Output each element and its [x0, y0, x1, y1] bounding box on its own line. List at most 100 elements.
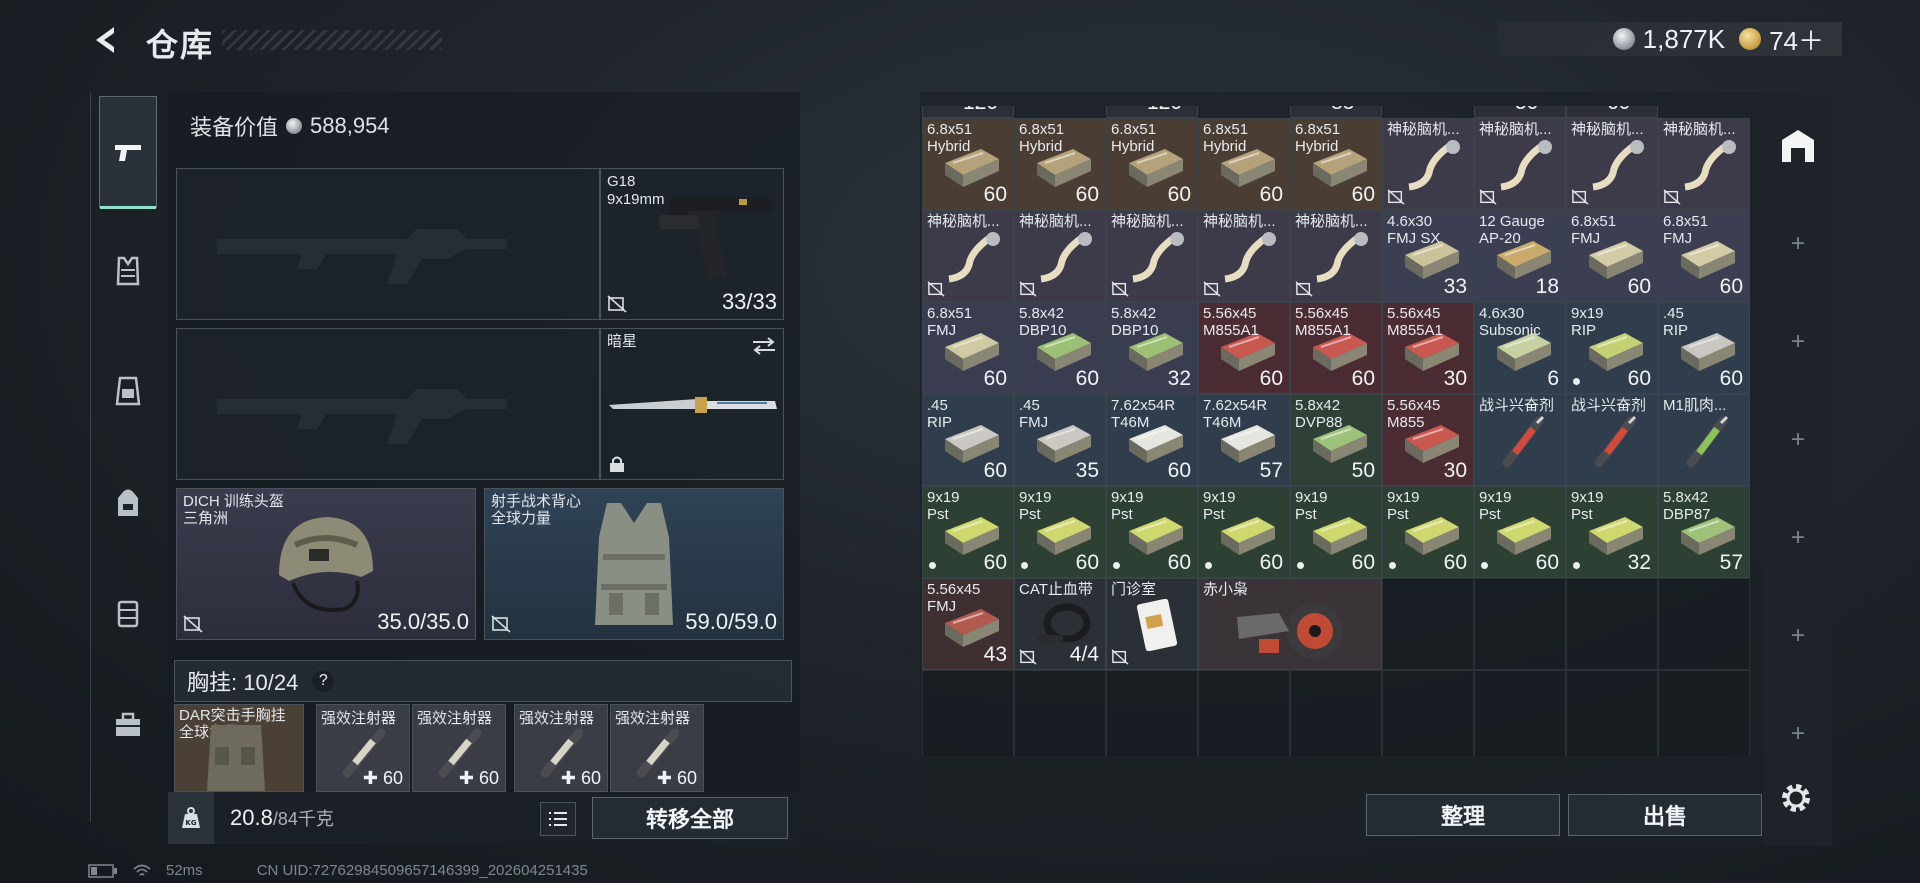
- storage-item-ammo[interactable]: 5.8x42 DBP87 57: [1658, 486, 1750, 578]
- gold-currency[interactable]: 74＋: [1739, 21, 1824, 58]
- tab-armor[interactable]: [99, 242, 157, 300]
- list-view-button[interactable]: [540, 802, 576, 836]
- add-storage-tab-button[interactable]: +: [1786, 524, 1810, 552]
- empty-storage-cell[interactable]: [1198, 670, 1290, 756]
- storage-item-ammo[interactable]: 9x19 Pst 60: [1014, 486, 1106, 578]
- storage-item-partial[interactable]: 120: [922, 106, 1014, 118]
- storage-item-injector[interactable]: 战斗兴奋剂: [1566, 394, 1658, 486]
- chest-rig-slot[interactable]: DAR突击手胸挂 全球力量: [174, 704, 304, 792]
- storage-item-cable[interactable]: 神秘脑机...: [1566, 118, 1658, 210]
- storage-item-ammo[interactable]: .45 RIP 60: [922, 394, 1014, 486]
- storage-item-ammo[interactable]: 6.8x51 Hybrid 60: [1290, 118, 1382, 210]
- storage-item-ammo[interactable]: 7.62x54R T46M 57: [1198, 394, 1290, 486]
- helmet-slot[interactable]: DICH 训练头盔 三角洲 35.0/35.0: [176, 488, 476, 640]
- empty-storage-cell[interactable]: [1106, 670, 1198, 756]
- storage-item-cable[interactable]: 神秘脑机...: [1382, 118, 1474, 210]
- organize-button[interactable]: 整理: [1366, 794, 1560, 836]
- storage-item-ammo[interactable]: 5.56x45 M855A1 60: [1290, 302, 1382, 394]
- storage-item-ammo[interactable]: 9x19 Pst 60: [1198, 486, 1290, 578]
- storage-item-injector[interactable]: 战斗兴奋剂: [1474, 394, 1566, 486]
- storage-item-ammo[interactable]: 6.8x51 Hybrid 60: [1014, 118, 1106, 210]
- empty-storage-cell[interactable]: [1014, 670, 1106, 756]
- storage-item-ammo[interactable]: 4.6x30 Subsonic 6: [1474, 302, 1566, 394]
- storage-item-ammo[interactable]: 6.8x51 FMJ 60: [922, 302, 1014, 394]
- storage-item-partial[interactable]: 50: [1474, 106, 1566, 118]
- storage-item-ammo[interactable]: 7.62x54R T46M 60: [1106, 394, 1198, 486]
- storage-item-keycard[interactable]: 门诊室: [1106, 578, 1198, 670]
- storage-item-ammo[interactable]: 5.56x45 M855A1 30: [1382, 302, 1474, 394]
- storage-item-ammo[interactable]: 5.56x45 M855 30: [1382, 394, 1474, 486]
- storage-item-ammo[interactable]: 6.8x51 Hybrid 60: [1198, 118, 1290, 210]
- empty-storage-cell[interactable]: [1658, 578, 1750, 670]
- storage-item-partial[interactable]: 83: [1290, 106, 1382, 118]
- storage-item-ammo[interactable]: 9x19 Pst 32: [1566, 486, 1658, 578]
- storage-item-ammo[interactable]: 12 Gauge AP-20 18: [1474, 210, 1566, 302]
- storage-item-ammo[interactable]: 9x19 Pst 60: [1290, 486, 1382, 578]
- storage-item-partial[interactable]: 120: [1106, 106, 1198, 118]
- storage-item-partial[interactable]: 60: [1566, 106, 1658, 118]
- chest-rig-item[interactable]: 强效注射器 ✚ 60: [514, 704, 608, 792]
- storage-item-cable[interactable]: 神秘脑机...: [1474, 118, 1566, 210]
- storage-item-cable[interactable]: 神秘脑机...: [1014, 210, 1106, 302]
- empty-storage-cell[interactable]: [1566, 578, 1658, 670]
- storage-item-ammo[interactable]: 9x19 Pst 60: [1106, 486, 1198, 578]
- storage-item-cable[interactable]: 神秘脑机...: [1658, 118, 1750, 210]
- empty-storage-cell[interactable]: [922, 670, 1014, 756]
- help-icon[interactable]: ?: [312, 670, 335, 692]
- empty-storage-cell[interactable]: [1474, 578, 1566, 670]
- melee-slot[interactable]: 暗星: [600, 328, 784, 480]
- storage-item-tourniquet[interactable]: CAT止血带 4/4: [1014, 578, 1106, 670]
- storage-item-ammo[interactable]: .45 FMJ 35: [1014, 394, 1106, 486]
- primary-weapon-slot-1[interactable]: [176, 168, 600, 320]
- storage-item-ammo[interactable]: 6.8x51 Hybrid 60: [922, 118, 1014, 210]
- storage-item-cable[interactable]: 神秘脑机...: [1198, 210, 1290, 302]
- storage-item-ammo[interactable]: 4.6x30 FMJ SX 33: [1382, 210, 1474, 302]
- warehouse-icon[interactable]: [1778, 126, 1818, 166]
- primary-weapon-slot-2[interactable]: [176, 328, 600, 480]
- transfer-all-button[interactable]: 转移全部: [592, 797, 788, 839]
- empty-storage-cell[interactable]: [1382, 670, 1474, 756]
- storage-item-ammo[interactable]: 9x19 Pst 60: [922, 486, 1014, 578]
- armor-slot[interactable]: 射手战术背心 全球力量 59.0/59.0: [484, 488, 784, 640]
- tab-backpack[interactable]: [99, 474, 157, 532]
- storage-item-drone[interactable]: 赤小枭: [1198, 578, 1382, 670]
- chest-rig-item[interactable]: 强效注射器 ✚ 60: [610, 704, 704, 792]
- storage-item-ammo[interactable]: 6.8x51 FMJ 60: [1658, 210, 1750, 302]
- storage-item-ammo[interactable]: 5.56x45 M855A1 60: [1198, 302, 1290, 394]
- add-storage-tab-button[interactable]: +: [1786, 328, 1810, 356]
- storage-item-ammo[interactable]: 9x19 Pst 60: [1474, 486, 1566, 578]
- storage-item-ammo[interactable]: 5.56x45 FMJ 43: [922, 578, 1014, 670]
- settings-gear-icon[interactable]: [1778, 780, 1814, 816]
- empty-storage-cell[interactable]: [1382, 578, 1474, 670]
- tab-chest-rig[interactable]: [99, 362, 157, 420]
- chest-rig-item[interactable]: 强效注射器 ✚ 60: [316, 704, 410, 792]
- swap-icon[interactable]: [751, 337, 777, 355]
- storage-item-cable[interactable]: 神秘脑机...: [1290, 210, 1382, 302]
- storage-item-ammo[interactable]: 5.8x42 DVP88 50: [1290, 394, 1382, 486]
- chest-rig-item[interactable]: 强效注射器 ✚ 60: [412, 704, 506, 792]
- tab-weapons[interactable]: [99, 96, 157, 209]
- tab-case[interactable]: [99, 584, 157, 642]
- storage-item-ammo[interactable]: 6.8x51 Hybrid 60: [1106, 118, 1198, 210]
- storage-item-ammo[interactable]: .45 RIP 60: [1658, 302, 1750, 394]
- storage-item-ammo[interactable]: 6.8x51 FMJ 60: [1566, 210, 1658, 302]
- storage-item-ammo[interactable]: 5.8x42 DBP10 32: [1106, 302, 1198, 394]
- storage-item-ammo[interactable]: 5.8x42 DBP10 60: [1014, 302, 1106, 394]
- storage-item-ammo[interactable]: 9x19 RIP 60: [1566, 302, 1658, 394]
- secondary-weapon-slot[interactable]: G18 9x19mm 33/33: [600, 168, 784, 320]
- add-storage-tab-button[interactable]: +: [1786, 720, 1810, 748]
- tab-toolbox[interactable]: [99, 696, 157, 754]
- empty-storage-cell[interactable]: [1566, 670, 1658, 756]
- empty-storage-cell[interactable]: [1658, 670, 1750, 756]
- add-storage-tab-button[interactable]: +: [1786, 622, 1810, 650]
- silver-currency[interactable]: 1,877K: [1612, 24, 1725, 55]
- empty-storage-cell[interactable]: [1474, 670, 1566, 756]
- sell-button[interactable]: 出售: [1568, 794, 1762, 836]
- storage-item-ammo[interactable]: 9x19 Pst 60: [1382, 486, 1474, 578]
- add-storage-tab-button[interactable]: +: [1786, 426, 1810, 454]
- back-button[interactable]: [88, 22, 124, 58]
- storage-item-injector[interactable]: M1肌肉...: [1658, 394, 1750, 486]
- storage-item-cable[interactable]: 神秘脑机...: [1106, 210, 1198, 302]
- add-storage-tab-button[interactable]: +: [1786, 230, 1810, 258]
- empty-storage-cell[interactable]: [1290, 670, 1382, 756]
